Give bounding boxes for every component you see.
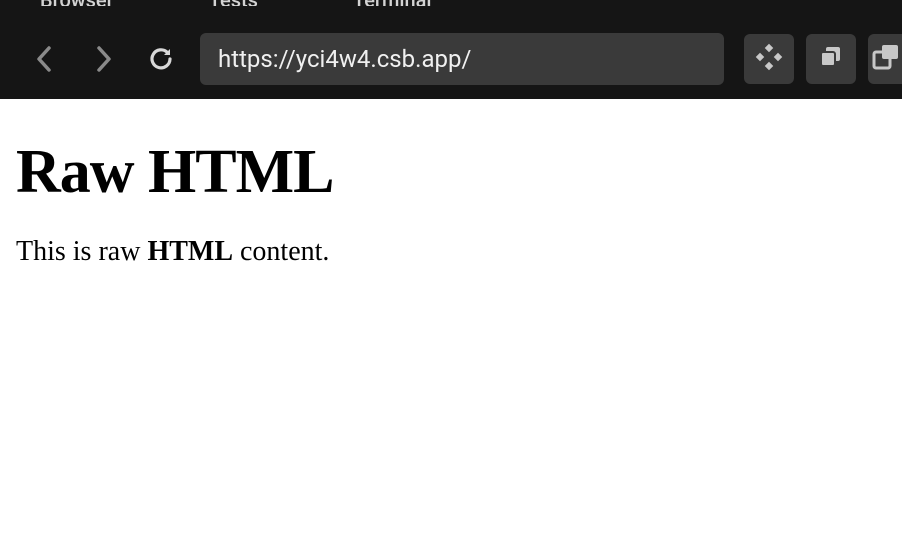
reload-button[interactable]: [136, 34, 186, 84]
browser-chrome: Browser Tests Terminal: [0, 0, 902, 99]
forward-icon: [93, 44, 113, 74]
tab-browser[interactable]: Browser: [40, 0, 114, 6]
back-icon: [35, 44, 55, 74]
address-bar[interactable]: [200, 33, 724, 85]
codesandbox-button[interactable]: [744, 34, 794, 84]
new-window-icon: [871, 43, 899, 75]
copy-icon: [817, 43, 845, 75]
forward-button[interactable]: [78, 34, 128, 84]
page-content: Raw HTML This is raw HTML content.: [0, 99, 902, 286]
back-button[interactable]: [20, 34, 70, 84]
tab-tests[interactable]: Tests: [209, 0, 258, 6]
reload-icon: [146, 44, 176, 74]
para-text-suffix: content.: [233, 236, 329, 267]
nav-toolbar: [0, 18, 902, 99]
page-paragraph: This is raw HTML content.: [16, 236, 886, 268]
panel-tabs: Browser Tests Terminal: [0, 0, 902, 6]
tab-terminal[interactable]: Terminal: [353, 0, 432, 6]
url-input[interactable]: [218, 45, 706, 73]
new-window-button[interactable]: [868, 34, 902, 84]
para-text-prefix: This is raw: [16, 236, 147, 267]
diamond-grid-icon: [754, 42, 784, 76]
para-text-bold: HTML: [147, 236, 233, 267]
page-heading: Raw HTML: [16, 137, 886, 208]
copy-button[interactable]: [806, 34, 856, 84]
right-button-group: [744, 34, 902, 84]
